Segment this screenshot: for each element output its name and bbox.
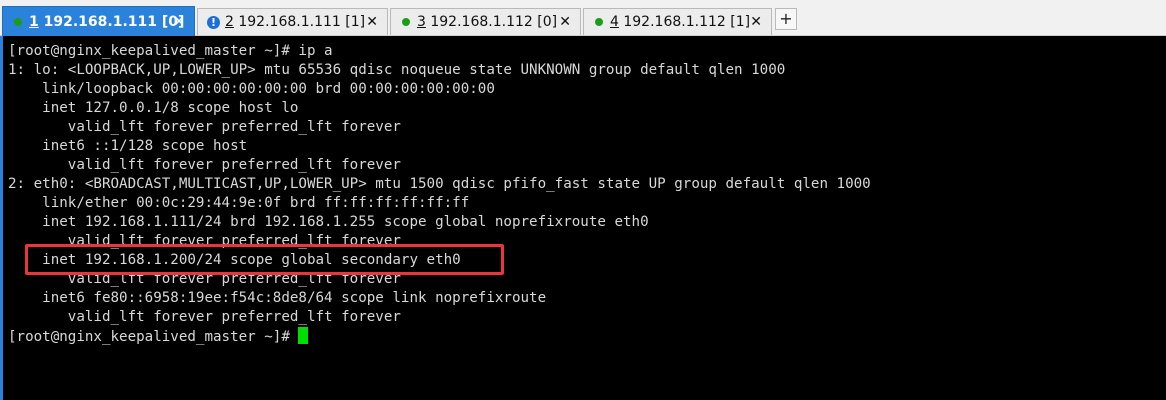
terminal-line: link/ether 00:0c:29:44:9e:0f brd ff:ff:f… — [8, 195, 470, 211]
add-tab-button[interactable]: + — [775, 8, 797, 30]
terminal-line: [root@nginx_keepalived_master ~]# ip a — [8, 43, 333, 59]
close-icon[interactable]: ✕ — [173, 15, 185, 29]
highlight-box-secondary-ip — [25, 244, 504, 275]
terminal-line: 1: lo: <LOOPBACK,UP,LOWER_UP> mtu 65536 … — [8, 62, 786, 78]
terminal-prompt-line: [root@nginx_keepalived_master ~]# — [8, 327, 309, 346]
tab-session-4[interactable]: 4 192.168.1.112 [1] ✕ — [583, 8, 772, 35]
connected-status-icon — [402, 18, 410, 26]
terminal-cursor — [298, 327, 309, 344]
tab-session-3[interactable]: 3 192.168.1.112 [0] ✕ — [390, 8, 581, 35]
close-icon[interactable]: ✕ — [366, 15, 378, 29]
tab-title: 1 192.168.1.111 [0] — [29, 13, 185, 30]
terminal-line: 2: eth0: <BROADCAST,MULTICAST,UP,LOWER_U… — [8, 176, 871, 192]
tab-title: 4 192.168.1.112 [1] — [610, 14, 751, 30]
terminal-line: valid_lft forever preferred_lft forever — [8, 309, 401, 325]
terminal-line: valid_lft forever preferred_lft forever — [8, 119, 401, 135]
connected-status-icon — [14, 17, 22, 26]
warning-icon: ! — [207, 15, 220, 29]
tab-session-1[interactable]: 1 192.168.1.111 [0] ✕ — [2, 6, 195, 36]
tab-title: 3 192.168.1.112 [0] — [417, 14, 558, 30]
tab-title: 2 192.168.1.111 [1] — [225, 14, 366, 30]
terminal-line: link/loopback 00:00:00:00:00:00 brd 00:0… — [8, 81, 495, 97]
terminal-output[interactable]: [root@nginx_keepalived_master ~]# ip a 1… — [0, 36, 1166, 400]
terminal-line: valid_lft forever preferred_lft forever — [8, 157, 401, 173]
tab-session-2[interactable]: ! 2 192.168.1.111 [1] ✕ — [197, 8, 388, 35]
close-icon[interactable]: ✕ — [750, 15, 762, 29]
terminal-line: inet 192.168.1.111/24 brd 192.168.1.255 … — [8, 214, 649, 230]
terminal-line: inet6 ::1/128 scope host — [8, 138, 248, 154]
close-icon[interactable]: ✕ — [559, 15, 571, 29]
connected-status-icon — [595, 18, 603, 26]
tab-bar: 1 192.168.1.111 [0] ✕ ! 2 192.168.1.111 … — [0, 0, 1166, 36]
terminal-line: inet6 fe80::6958:19ee:f54c:8de8/64 scope… — [8, 290, 547, 306]
terminal-line: inet 127.0.0.1/8 scope host lo — [8, 100, 299, 116]
terminal-prompt: [root@nginx_keepalived_master ~]# — [8, 329, 299, 345]
